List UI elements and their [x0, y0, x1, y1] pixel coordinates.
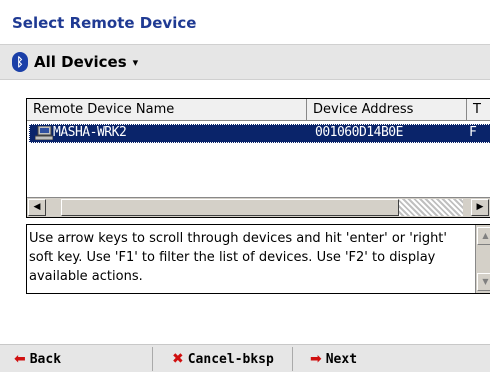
device-name: MASHA-WRK2: [53, 125, 127, 140]
next-arrow-icon: ➡: [310, 351, 322, 367]
scroll-left-button[interactable]: ◀: [28, 199, 46, 216]
device-filter-dropdown[interactable]: ᛒ All Devices ▾: [0, 44, 490, 80]
help-text-box: Use arrow keys to scroll through devices…: [26, 224, 490, 294]
column-header-type[interactable]: T: [467, 99, 490, 121]
bluetooth-icon: ᛒ: [12, 52, 28, 72]
softkey-divider: [152, 347, 153, 371]
cancel-label: Cancel-bksp: [187, 351, 274, 367]
scroll-down-button[interactable]: ▼: [477, 273, 490, 291]
chevron-down-icon: ▾: [132, 55, 139, 69]
back-softkey[interactable]: ⬅ Back: [14, 349, 61, 369]
scroll-right-button[interactable]: ▶: [471, 199, 489, 216]
device-row[interactable]: MASHA-WRK2 001060D14B0E F: [29, 124, 490, 143]
device-list[interactable]: Remote Device Name Device Address T MASH…: [26, 98, 490, 218]
scroll-track[interactable]: [399, 199, 463, 216]
column-header-address[interactable]: Device Address: [307, 99, 467, 121]
back-arrow-icon: ⬅: [14, 351, 26, 367]
cancel-x-icon: ✖: [172, 351, 184, 367]
next-label: Next: [325, 351, 358, 367]
back-label: Back: [29, 351, 62, 367]
scroll-thumb[interactable]: [61, 199, 399, 216]
cancel-softkey[interactable]: ✖ Cancel-bksp: [172, 349, 274, 369]
vertical-scrollbar[interactable]: ▲ ▼: [475, 225, 490, 293]
dialog-title: Select Remote Device: [0, 0, 490, 44]
device-type: F: [469, 125, 477, 140]
help-text: Use arrow keys to scroll through devices…: [29, 231, 447, 284]
column-header-name[interactable]: Remote Device Name: [27, 99, 307, 121]
horizontal-scrollbar[interactable]: ◀ ▶: [27, 197, 490, 217]
softkey-divider: [292, 347, 293, 371]
device-address: 001060D14B0E: [315, 125, 403, 140]
scroll-up-button[interactable]: ▲: [477, 227, 490, 245]
next-softkey[interactable]: ➡ Next: [310, 349, 357, 369]
computer-icon: [35, 126, 53, 140]
softkey-bar: ⬅ Back ✖ Cancel-bksp ➡ Next: [0, 344, 490, 372]
device-filter-label: All Devices: [34, 53, 127, 71]
